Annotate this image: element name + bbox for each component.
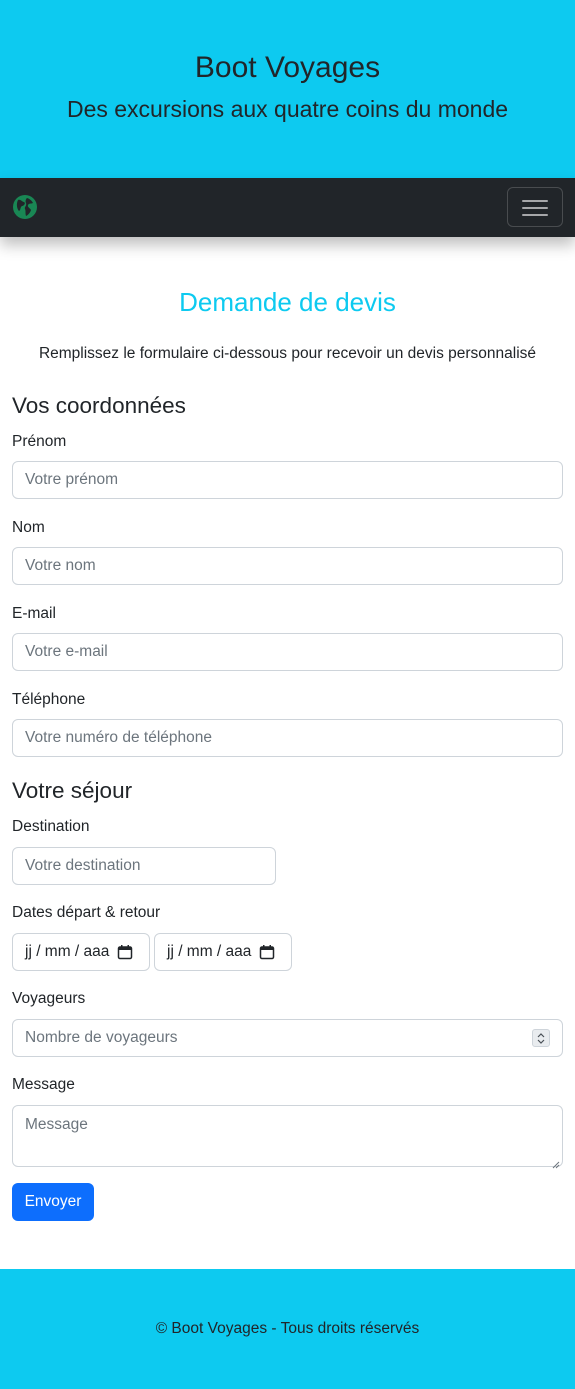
site-subtitle: Des excursions aux quatre coins du monde — [66, 96, 509, 122]
site-header: Boot Voyages Des excursions aux quatre c… — [0, 0, 575, 178]
hamburger-menu-icon — [522, 200, 548, 202]
departure-date-input[interactable]: jj / mm / aaa — [12, 933, 150, 971]
site-footer: © Boot Voyages - Tous droits réservés — [0, 1269, 575, 1389]
destination-input[interactable]: Votre destination — [12, 847, 276, 885]
lastname-label: Nom — [12, 519, 45, 536]
lastname-input[interactable]: Votre nom — [12, 547, 563, 585]
travelers-label: Voyageurs — [12, 990, 86, 1007]
phone-input[interactable]: Votre numéro de téléphone — [12, 719, 563, 757]
number-spinner-icon[interactable] — [532, 1029, 550, 1047]
submit-button[interactable]: Envoyer — [12, 1183, 94, 1221]
email-input[interactable]: Votre e-mail — [12, 633, 563, 671]
firstname-label: Prénom — [12, 433, 67, 450]
resize-handle-icon[interactable] — [552, 1156, 560, 1169]
email-label: E-mail — [12, 605, 56, 622]
footer-copyright: © Boot Voyages - Tous droits réservés — [155, 1320, 420, 1337]
dates-label: Dates départ & retour — [12, 904, 161, 921]
section-title-contact: Vos coordonnées — [12, 393, 186, 418]
message-textarea[interactable]: Message — [12, 1105, 563, 1169]
destination-label: Destination — [12, 818, 90, 835]
firstname-input[interactable]: Votre prénom — [12, 461, 563, 499]
navbar — [0, 178, 575, 237]
globe-icon[interactable] — [12, 194, 38, 220]
page-title: Demande de devis — [179, 287, 396, 317]
section-title-stay: Votre séjour — [12, 778, 133, 803]
travelers-number-input[interactable]: Nombre de voyageurs — [12, 1019, 563, 1057]
return-date-input[interactable]: jj / mm / aaa — [154, 933, 292, 971]
calendar-icon[interactable] — [117, 944, 133, 960]
navbar-toggler-button[interactable] — [507, 187, 563, 227]
message-label: Message — [12, 1076, 75, 1093]
calendar-icon[interactable] — [259, 944, 275, 960]
site-title: Boot Voyages — [194, 51, 381, 84]
form-intro: Remplissez le formulaire ci-dessous pour… — [38, 345, 537, 362]
phone-label: Téléphone — [12, 691, 86, 708]
